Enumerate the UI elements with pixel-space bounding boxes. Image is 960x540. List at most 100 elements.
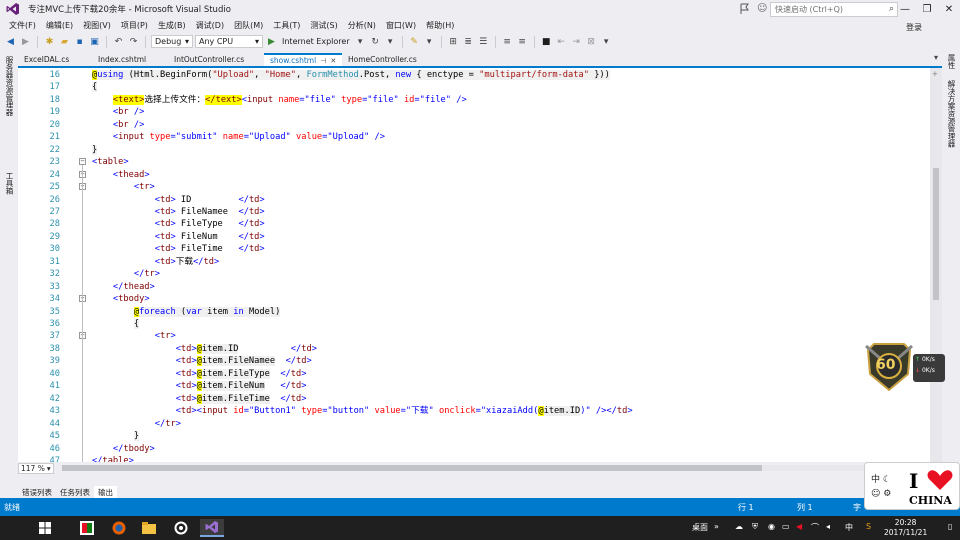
run-target-button[interactable]: Internet Explorer — [280, 37, 352, 46]
notification-icon[interactable]: ◀ — [796, 522, 802, 531]
browser-link-icon[interactable]: ✎ — [408, 35, 421, 48]
code-line[interactable]: 40 <td>@item.FileType </td> — [18, 368, 930, 380]
code-line[interactable]: 30 <td> FileTime </td> — [18, 243, 930, 255]
tab-show[interactable]: show.cshtml ⊣ ✕ — [264, 53, 342, 66]
menu-debug[interactable]: 调试(D) — [191, 20, 229, 31]
menu-test[interactable]: 测试(S) — [305, 20, 342, 31]
code-line[interactable]: 25− <tr> — [18, 181, 930, 193]
tab-intoutcontroller[interactable]: IntOutController.cs — [168, 53, 264, 66]
feedback-smiley-icon[interactable]: ☺ — [757, 3, 767, 15]
code-line[interactable]: 21 <input type="submit" name="Upload" va… — [18, 131, 930, 143]
code-line[interactable]: 45 } — [18, 430, 930, 442]
code-line[interactable]: 27 <td> FileNamee </td> — [18, 206, 930, 218]
code-line[interactable]: 47 </table> — [18, 455, 930, 462]
menu-build[interactable]: 生成(B) — [153, 20, 191, 31]
code-line[interactable]: 38 <td>@item.ID </td> — [18, 343, 930, 355]
toolbox-tab[interactable]: 工具箱 — [4, 172, 14, 195]
redo-icon[interactable]: ↷ — [127, 35, 140, 48]
clear-bookmarks-icon[interactable]: ⊠ — [585, 35, 598, 48]
app-icon[interactable] — [78, 519, 96, 537]
solution-explorer-tab[interactable]: 解决方案资源管理器 — [946, 80, 956, 148]
code-line[interactable]: 42 <td>@item.FileTime </td> — [18, 393, 930, 405]
code-line[interactable]: 41 <td>@item.FileNum </td> — [18, 380, 930, 392]
outline-icon[interactable]: ≣ — [462, 35, 475, 48]
horizontal-scroll-thumb[interactable] — [62, 465, 762, 471]
vertical-scrollbar[interactable]: + — [930, 68, 942, 462]
code-line[interactable]: 22} — [18, 144, 930, 156]
tree-view-icon[interactable]: ⊞ — [447, 35, 460, 48]
forward-icon[interactable]: ▶ — [19, 35, 32, 48]
code-line[interactable]: 24− <thead> — [18, 169, 930, 181]
cloud-icon[interactable]: ☁ — [735, 522, 743, 531]
tab-task-list[interactable]: 任务列表 — [56, 486, 94, 498]
tab-index[interactable]: Index.cshtml — [92, 53, 168, 66]
refresh-icon[interactable]: ↻ — [369, 35, 382, 48]
comment-icon[interactable]: ≡ — [501, 35, 514, 48]
volume-icon[interactable]: ◂ — [826, 522, 830, 531]
horizontal-scrollbar[interactable] — [62, 465, 928, 471]
next-bookmark-icon[interactable]: ⇥ — [570, 35, 583, 48]
code-line[interactable]: 28 <td> FileType </td> — [18, 218, 930, 230]
ime-skin-panel[interactable]: 中 ☾ ☺ ⚙ I CHINA — [864, 462, 960, 510]
menu-edit[interactable]: 编辑(E) — [41, 20, 78, 31]
firefox-icon[interactable] — [110, 519, 128, 537]
menu-team[interactable]: 团队(M) — [229, 20, 268, 31]
action-center-icon[interactable]: ▯ — [948, 522, 952, 531]
menu-help[interactable]: 帮助(H) — [421, 20, 459, 31]
menu-window[interactable]: 窗口(W) — [381, 20, 421, 31]
code-line[interactable]: 33 </thead> — [18, 281, 930, 293]
solution-platform-select[interactable]: Any CPU ▾ — [195, 35, 263, 48]
restore-button[interactable]: ❐ — [916, 0, 938, 18]
format-icon[interactable]: ☰ — [477, 35, 490, 48]
tab-exceldal[interactable]: ExcelDAL.cs — [18, 53, 92, 66]
uncomment-icon[interactable]: ≡ — [516, 35, 529, 48]
undo-icon[interactable]: ↶ — [112, 35, 125, 48]
toolbar-overflow-icon[interactable]: ▾ — [600, 35, 613, 48]
new-project-icon[interactable]: ✱ — [43, 35, 56, 48]
close-button[interactable]: ✕ — [938, 0, 960, 18]
wifi-icon[interactable]: ⌒ — [811, 522, 819, 533]
chevron-up-icon[interactable]: » — [714, 522, 719, 531]
code-line[interactable]: 17 { — [18, 81, 930, 93]
collapse-icon[interactable]: − — [79, 158, 86, 166]
network-icon[interactable]: ▭ — [782, 522, 790, 531]
minimize-button[interactable]: — — [894, 0, 916, 18]
save-icon[interactable]: ▪ — [73, 35, 86, 48]
chevron-down-icon[interactable]: ▾ — [354, 35, 367, 48]
menu-analyze[interactable]: 分析(N) — [343, 20, 381, 31]
ime-indicator[interactable]: 中 — [845, 522, 853, 533]
properties-tab[interactable]: 属性 — [946, 54, 956, 69]
tab-overflow-chevron-icon[interactable]: ▾ — [934, 53, 938, 62]
tab-homecontroller[interactable]: HomeController.cs — [342, 53, 432, 66]
app-ring-icon[interactable] — [172, 519, 190, 537]
server-explorer-tab[interactable]: 服务器资源管理器 — [4, 56, 14, 116]
code-line[interactable]: 44 </tr> — [18, 418, 930, 430]
code-line[interactable]: 31 <td>下载</td> — [18, 256, 930, 268]
code-line[interactable]: 23 − <table> — [18, 156, 930, 168]
quick-launch-search[interactable]: 快速启动 (Ctrl+Q) ⌕ — [770, 2, 898, 17]
close-icon[interactable]: ✕ — [330, 57, 336, 65]
visual-studio-taskbar-icon[interactable] — [200, 519, 224, 537]
code-line[interactable]: 46 </tbody> — [18, 443, 930, 455]
prev-bookmark-icon[interactable]: ⇤ — [555, 35, 568, 48]
scroll-thumb[interactable] — [933, 168, 939, 300]
menu-view[interactable]: 视图(V) — [78, 20, 116, 31]
code-line[interactable]: 34− <tbody> — [18, 293, 930, 305]
zoom-select[interactable]: 117 % ▾ — [18, 462, 54, 474]
code-line[interactable]: 36 { — [18, 318, 930, 330]
solution-configuration-select[interactable]: Debug ▾ — [151, 35, 193, 48]
chevron-down-icon[interactable]: ▾ — [384, 35, 397, 48]
menu-file[interactable]: 文件(F) — [4, 20, 41, 31]
sign-in-link[interactable]: 登录 — [906, 22, 922, 33]
file-explorer-icon[interactable] — [140, 519, 158, 537]
tab-output[interactable]: 输出 — [94, 486, 117, 498]
code-line[interactable]: 39 <td>@item.FileNamee </td> — [18, 355, 930, 367]
code-line[interactable]: 29 <td> FileNum </td> — [18, 231, 930, 243]
chevron-down-icon[interactable]: ▾ — [423, 35, 436, 48]
pin-icon[interactable]: ⊣ — [320, 57, 326, 65]
code-line[interactable]: 20 <br /> — [18, 119, 930, 131]
menu-tools[interactable]: 工具(T) — [268, 20, 305, 31]
bookmark-icon[interactable]: ■ — [540, 35, 553, 48]
system-clock[interactable]: 20:28 2017/11/21 — [884, 518, 927, 538]
windows-start-icon[interactable] — [36, 519, 54, 537]
